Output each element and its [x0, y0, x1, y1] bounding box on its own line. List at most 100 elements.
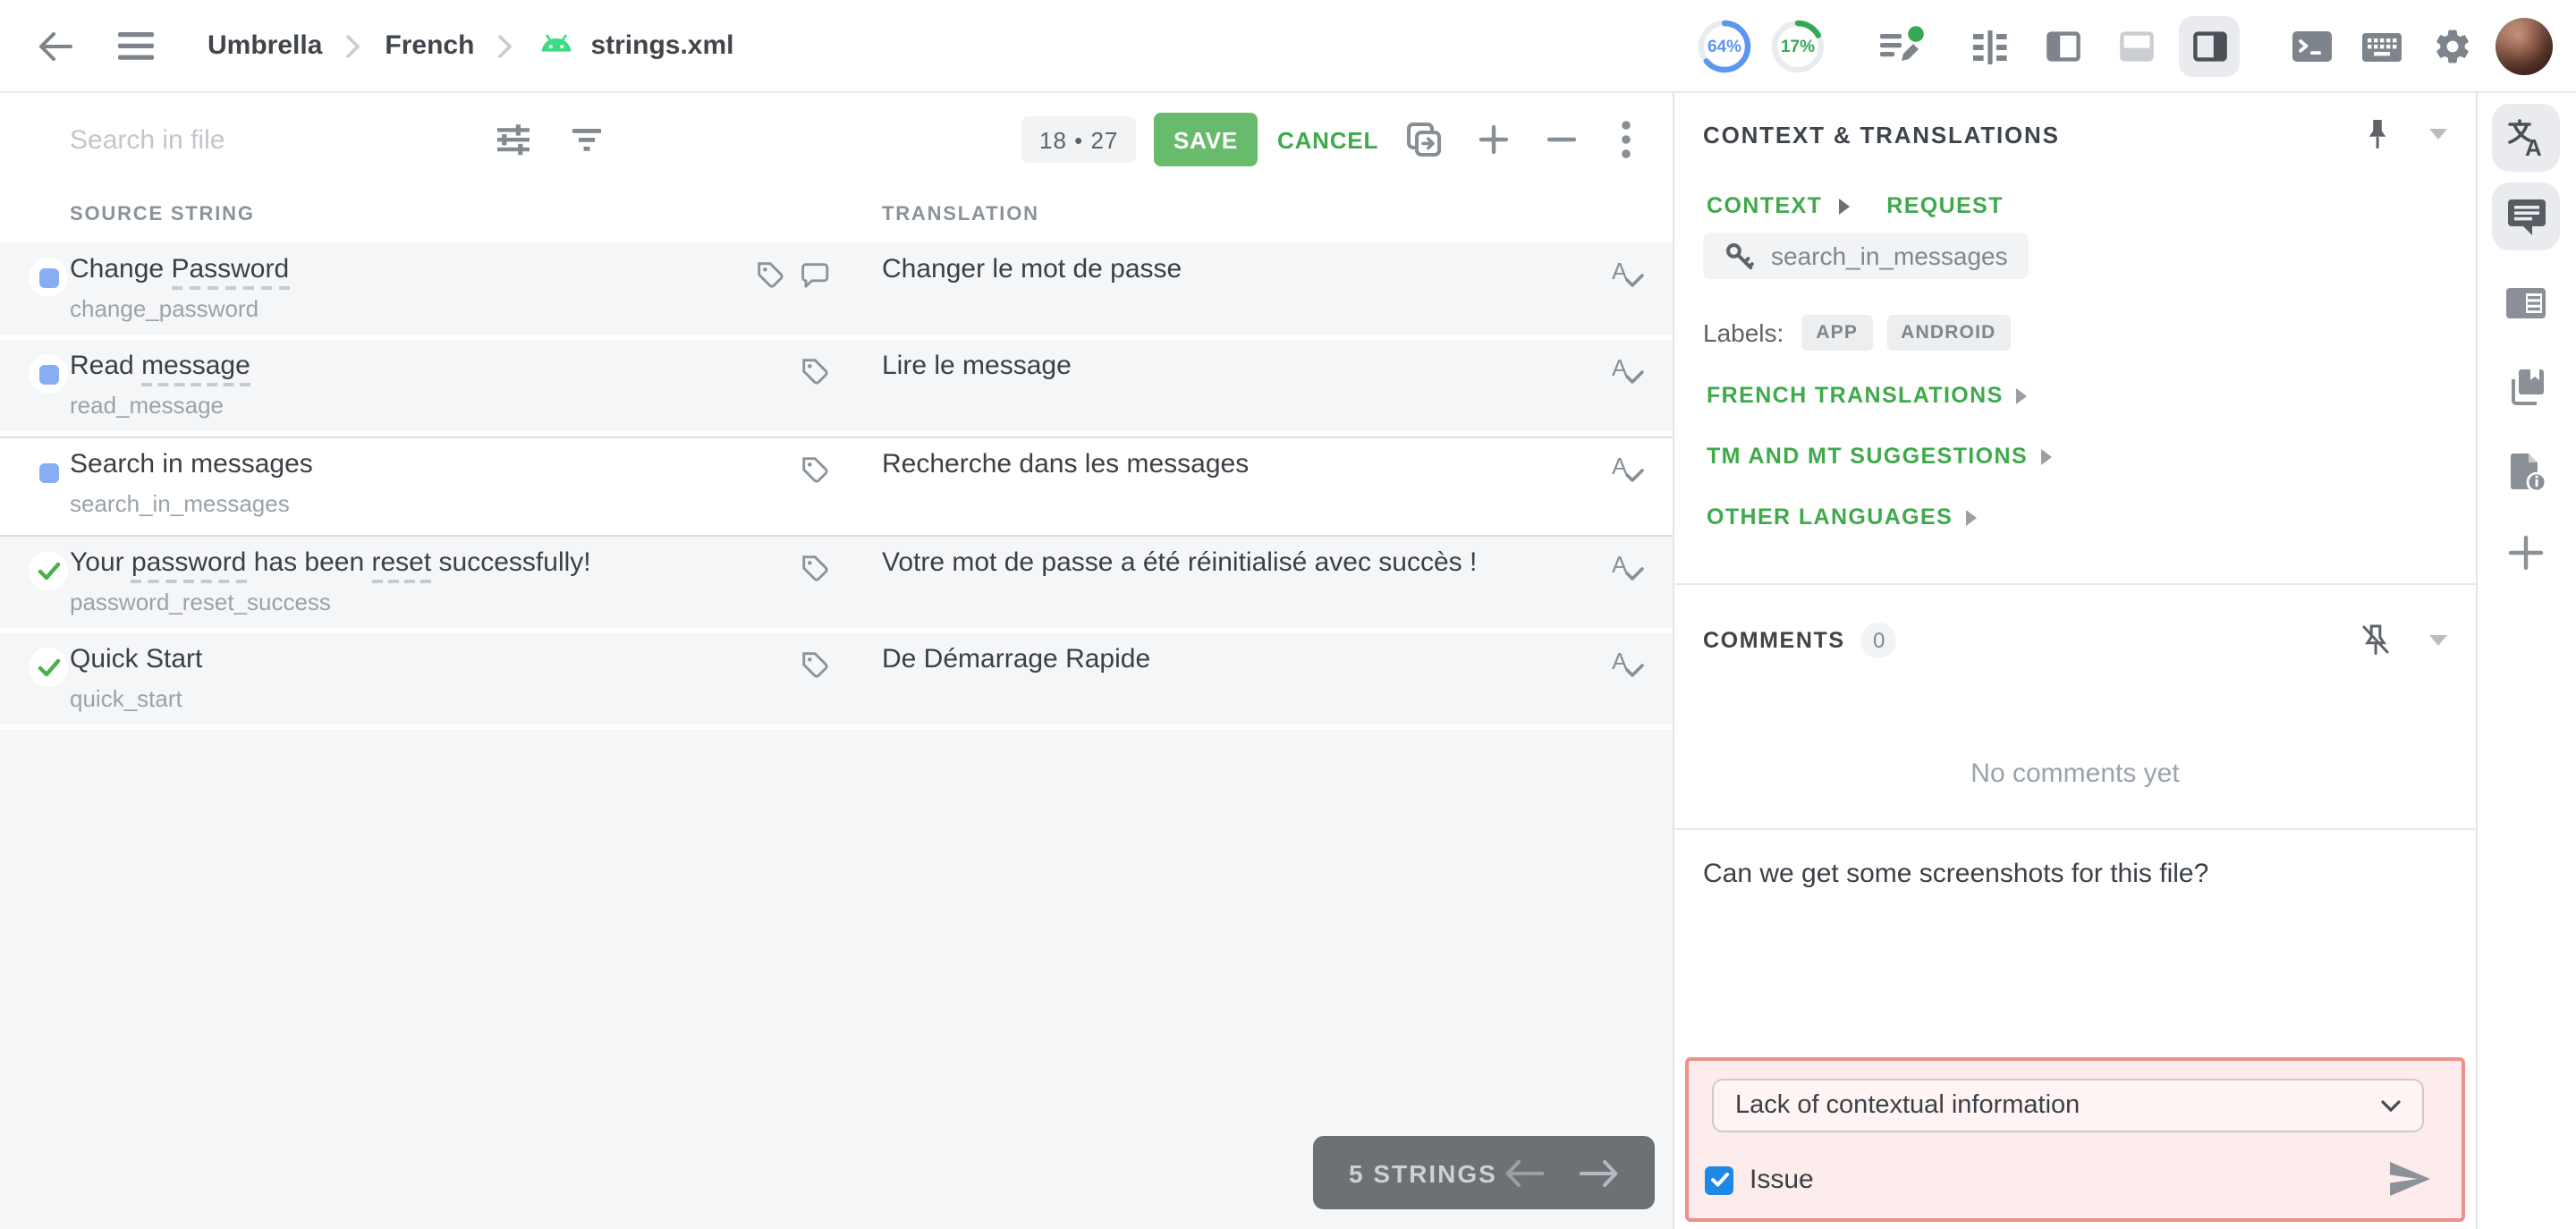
previous-strings-icon[interactable]	[1504, 1158, 1544, 1187]
breadcrumb-file[interactable]: strings.xml	[537, 30, 734, 61]
side-by-side-view-icon[interactable]	[1959, 16, 2020, 77]
progress-ring[interactable]: 64%	[1696, 18, 1753, 75]
left-panel-view-icon[interactable]	[2032, 16, 2093, 77]
chevron-down-icon[interactable]	[2429, 129, 2447, 140]
source-string-text: Your password has been reset successfull…	[70, 547, 591, 583]
next-strings-icon[interactable]	[1580, 1158, 1619, 1187]
saved-pages-panel-icon[interactable]	[2492, 352, 2560, 420]
comment-bubble-icon	[801, 263, 829, 288]
cancel-button[interactable]: CANCEL	[1277, 93, 1378, 186]
more-options-icon[interactable]	[1621, 93, 1631, 186]
string-key: change_password	[70, 295, 259, 322]
strings-count-label: 5 STRINGS	[1349, 1158, 1497, 1187]
proofread-icon-wrap[interactable]: A	[1608, 256, 1644, 301]
tune-filter-icon[interactable]	[496, 93, 531, 186]
check-icon	[1710, 1173, 1728, 1187]
issue-checkbox-label: Issue	[1750, 1165, 1814, 1195]
zoom-out-icon[interactable]	[1546, 93, 1578, 186]
hamburger-menu-icon[interactable]	[118, 31, 154, 60]
pin-icon[interactable]	[2365, 118, 2390, 150]
source-string-text: Quick Start	[70, 644, 203, 674]
spellcheck-icon[interactable]: A	[1608, 256, 1644, 292]
table-row[interactable]: Your password has been reset successfull…	[0, 537, 1673, 633]
context-panel: CONTEXT & TRANSLATIONS CONTEXT REQUEST s…	[1674, 93, 2476, 1229]
breadcrumb-language[interactable]: French	[385, 30, 474, 61]
file-info-panel-icon[interactable]	[2492, 437, 2560, 504]
strings-list: Change Password change_password Changer le…	[0, 243, 1673, 1229]
spellcheck-icon[interactable]: A	[1608, 451, 1644, 487]
string-counter-badge: 18 • 27	[1021, 116, 1137, 163]
status-approved-icon	[37, 561, 60, 580]
tag-icon	[802, 555, 828, 581]
translation-activity-icon[interactable]	[1878, 0, 1925, 93]
top-bar: Umbrella French strings.xml 64% 17%	[0, 0, 2576, 93]
add-panel-icon[interactable]	[2492, 519, 2560, 587]
save-button[interactable]: SAVE	[1154, 113, 1258, 166]
bottom-panel-view-icon[interactable]	[2106, 16, 2166, 77]
zoom-in-icon[interactable]	[1478, 93, 1510, 186]
status-translated-icon	[38, 267, 58, 287]
proofread-icon-wrap[interactable]: A	[1608, 352, 1644, 397]
section-label: OTHER LANGUAGES	[1707, 504, 1953, 530]
issue-checkbox[interactable]	[1705, 1165, 1733, 1194]
string-key-chip[interactable]: search_in_messages	[1703, 233, 2029, 279]
breadcrumb: Umbrella French strings.xml	[208, 30, 734, 61]
svg-text:A: A	[2525, 134, 2542, 159]
arrow-right-icon	[2040, 448, 2052, 464]
section-french-translations[interactable]: FRENCH TRANSLATIONS	[1707, 383, 2027, 408]
tab-request[interactable]: REQUEST	[1886, 193, 2004, 218]
unpin-icon[interactable]	[2361, 624, 2390, 657]
string-status	[29, 551, 68, 590]
string-meta-icons	[712, 454, 830, 485]
issue-checkbox-row: Issue	[1705, 1165, 1814, 1195]
section-other-languages[interactable]: OTHER LANGUAGES	[1707, 504, 1977, 530]
proofread-icon-wrap[interactable]: A	[1608, 646, 1644, 691]
keyboard-icon[interactable]	[2361, 0, 2402, 93]
string-meta-icons	[712, 649, 830, 680]
table-row[interactable]: Change Password change_password Changer le…	[0, 243, 1673, 340]
tag-icon	[802, 652, 828, 678]
user-avatar[interactable]	[2496, 0, 2553, 93]
tag-icon	[802, 359, 828, 385]
spellcheck-icon[interactable]: A	[1608, 646, 1644, 682]
strings-pagination[interactable]: 5 STRINGS	[1313, 1136, 1655, 1209]
context-card-panel-icon[interactable]	[2492, 268, 2560, 336]
breadcrumb-project[interactable]: Umbrella	[208, 30, 322, 61]
tag-icon	[758, 262, 784, 288]
terminal-icon[interactable]	[2292, 0, 2333, 93]
comment-input[interactable]: Can we get some screenshots for this fil…	[1703, 859, 2447, 889]
editor-toolbar: Search in file 18 • 27 SAVE CANCEL	[0, 93, 1673, 186]
proofread-icon-wrap[interactable]: A	[1608, 549, 1644, 594]
status-translated-icon	[38, 364, 58, 384]
issue-type-selected-option: Lack of contextual information	[1735, 1091, 2080, 1120]
spellcheck-icon[interactable]: A	[1608, 549, 1644, 585]
table-row[interactable]: Search in messages search_in_messages Rech…	[0, 437, 1673, 537]
copy-source-icon[interactable]	[1404, 93, 1444, 186]
labels-caption: Labels:	[1703, 318, 1784, 347]
progress-indicators: 64%	[1696, 0, 1753, 93]
search-input[interactable]: Search in file	[70, 93, 463, 186]
back-arrow-icon[interactable]	[36, 26, 75, 65]
proofread-icon-wrap[interactable]: A	[1608, 451, 1644, 496]
section-tm-mt-suggestions[interactable]: TM AND MT SUGGESTIONS	[1707, 444, 2052, 469]
send-comment-icon[interactable]	[2386, 1157, 2433, 1209]
settings-gear-icon[interactable]	[2433, 0, 2472, 93]
labels-row: Labels: APP ANDROID	[1703, 315, 2011, 351]
table-header: SOURCE STRING TRANSLATION	[0, 186, 1673, 243]
translations-panel-icon[interactable]: A	[2492, 104, 2560, 172]
chevron-down-icon[interactable]	[2429, 635, 2447, 646]
table-row[interactable]: Read message read_message Lire le message A	[0, 340, 1673, 437]
tab-context[interactable]: CONTEXT	[1707, 193, 1822, 218]
string-meta-icons	[712, 356, 830, 386]
progress-ring[interactable]: 17%	[1769, 18, 1826, 75]
source-string-text: Read message	[70, 351, 250, 386]
issue-type-select[interactable]: Lack of contextual information	[1712, 1079, 2424, 1132]
select-chevron-icon	[2381, 1099, 2401, 1112]
filter-list-icon[interactable]	[571, 93, 603, 186]
right-panel-view-icon[interactable]	[2179, 16, 2240, 77]
table-row[interactable]: Quick Start quick_start De Démarrage Rapid…	[0, 633, 1673, 730]
translation-text: Votre mot de passe a été réinitialisé av…	[882, 547, 1478, 578]
spellcheck-icon[interactable]: A	[1608, 352, 1644, 388]
comments-panel-icon[interactable]	[2492, 182, 2560, 250]
string-meta-icons	[712, 259, 830, 290]
